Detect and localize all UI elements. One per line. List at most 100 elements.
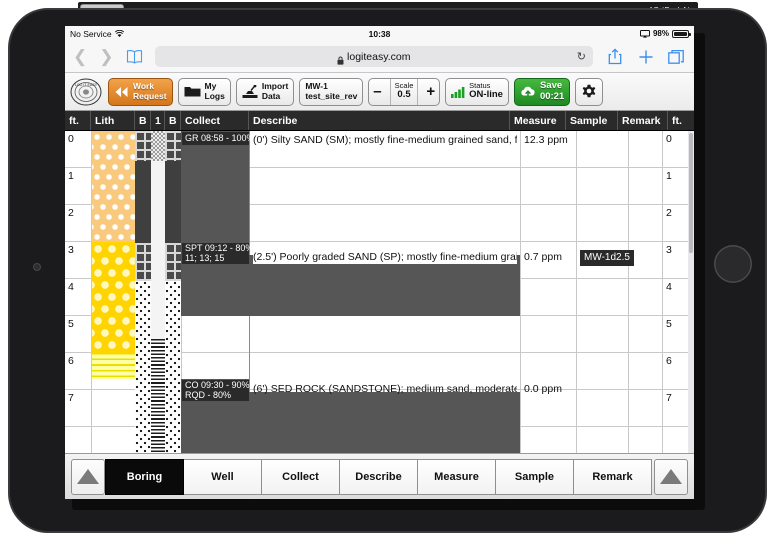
upload-cloud-icon: [520, 85, 536, 99]
triangle-up-icon: [660, 469, 682, 484]
column-header-ft-left: ft.: [65, 111, 91, 130]
svg-text:LOG IT EASY: LOG IT EASY: [75, 83, 98, 87]
collect-interval-fill[interactable]: [181, 131, 249, 242]
tab-measure[interactable]: Measure: [418, 459, 496, 495]
tab-well[interactable]: Well: [184, 459, 262, 495]
battery-percent-label: 98%: [653, 29, 669, 38]
work-request-label-line2: Request: [133, 92, 167, 102]
status-button[interactable]: Status ON-line: [445, 78, 509, 106]
reload-icon[interactable]: ↻: [577, 50, 586, 63]
depth-label-left: 5: [65, 318, 91, 331]
column-header-remark: Remark: [618, 111, 668, 130]
measure-text[interactable]: 12.3 ppm: [524, 134, 568, 147]
save-button[interactable]: Save 00:21: [514, 78, 570, 106]
project-selector-button[interactable]: MW-1 test_site_rev: [299, 78, 363, 106]
boring-column-right[interactable]: [165, 131, 181, 463]
well-column[interactable]: [151, 131, 165, 463]
plus-icon[interactable]: [636, 47, 655, 67]
settings-button[interactable]: [575, 78, 603, 106]
url-field[interactable]: logiteasy.com ↻: [155, 46, 594, 67]
screenshot-root: Record 4G iPad Air No Service 10:38 98%: [0, 0, 775, 541]
collect-label[interactable]: SPT 09:12 - 80% 11; 13; 15: [182, 243, 249, 264]
depth-label-right: 2: [663, 207, 689, 220]
lithology-segment-sed-rock: [91, 353, 135, 379]
column-header-describe: Describe: [249, 111, 510, 130]
tabs-icon[interactable]: [667, 47, 686, 67]
my-logs-button[interactable]: My Logs: [178, 78, 231, 106]
tab-collect[interactable]: Collect: [262, 459, 340, 495]
import-data-button[interactable]: Import Data: [236, 78, 294, 106]
collect-label[interactable]: CO 09:30 - 90% RQD - 80%: [182, 380, 249, 401]
tab-boring[interactable]: Boring: [105, 459, 184, 495]
collect-label[interactable]: GR 08:58 - 100%: [182, 132, 249, 145]
sample-chip[interactable]: MW-1d2.5: [580, 250, 634, 266]
well-blank-segment: [151, 281, 165, 339]
column-header-measure: Measure: [510, 111, 566, 130]
describe-interval-fill[interactable]: [249, 255, 520, 316]
scale-control: – Scale 0.5 +: [368, 78, 440, 106]
vertical-scrollbar[interactable]: [688, 131, 694, 463]
lock-icon: [337, 52, 344, 61]
casing-solid-segment: [135, 161, 151, 243]
casing-brick-segment: [165, 243, 181, 281]
scale-value-display: Scale 0.5: [390, 79, 419, 105]
app-logo: LOG IT EASY: [69, 77, 103, 107]
airplay-icon: [640, 30, 650, 38]
lithology-column[interactable]: [91, 131, 135, 463]
measure-text[interactable]: 0.0 ppm: [524, 383, 562, 396]
status-bar-time: 10:38: [65, 29, 694, 39]
column-header-ft-right: ft.: [668, 111, 694, 130]
save-label: Save: [540, 81, 564, 92]
gear-icon: [581, 84, 597, 100]
work-request-button[interactable]: Work Request: [108, 78, 173, 106]
tab-sample[interactable]: Sample: [496, 459, 574, 495]
casing-brick-segment: [165, 131, 181, 161]
column-header-collect: Collect: [181, 111, 249, 130]
scroll-up-button[interactable]: [71, 459, 105, 495]
forward-icon[interactable]: ❯: [99, 48, 113, 65]
tab-describe[interactable]: Describe: [340, 459, 418, 495]
status-bar-right: 98%: [640, 29, 689, 38]
share-icon[interactable]: [605, 47, 624, 67]
describe-text[interactable]: (6') SED ROCK (SANDSTONE); medium sand, …: [253, 383, 517, 396]
depth-label-right: 4: [663, 281, 689, 294]
casing-solid-segment: [165, 161, 181, 243]
table-body[interactable]: GR 08:58 - 100% (0') Silty SAND (SM); mo…: [65, 131, 694, 463]
tab-remark[interactable]: Remark: [574, 459, 652, 495]
depth-label-left: 1: [65, 170, 91, 183]
rewind-icon: [114, 86, 129, 98]
ios-status-bar: No Service 10:38 98%: [65, 26, 694, 41]
column-header-b-left: B: [135, 111, 151, 130]
browser-toolbar: ❮ ❯ logiteasy.com ↻: [65, 41, 694, 73]
column-header-1: 1: [151, 111, 165, 130]
project-site-label: test_site_rev: [305, 92, 357, 102]
well-blank-segment: [151, 161, 165, 281]
depth-label-left: 0: [65, 133, 91, 146]
column-header-b-right: B: [165, 111, 181, 130]
scale-increase-button[interactable]: +: [422, 79, 439, 105]
describe-text[interactable]: (2.5') Poorly graded SAND (SP); mostly f…: [253, 251, 517, 264]
depth-label-right: 6: [663, 355, 689, 368]
home-button[interactable]: [714, 245, 752, 283]
depth-label-right: 1: [663, 170, 689, 183]
depth-label-right: 7: [663, 392, 689, 405]
lithology-segment-silty-sand: [91, 131, 135, 242]
scroll-down-button[interactable]: [654, 459, 688, 495]
book-icon[interactable]: [126, 49, 143, 64]
depth-label-left: 7: [65, 392, 91, 405]
back-icon[interactable]: ❮: [73, 48, 87, 65]
folder-icon: [184, 85, 201, 98]
import-data-label-line2: Data: [262, 92, 288, 102]
scale-decrease-button[interactable]: –: [369, 79, 385, 105]
measure-text[interactable]: 0.7 ppm: [524, 251, 562, 264]
scrollbar-thumb[interactable]: [689, 133, 693, 253]
lithology-segment-poorly-graded-sand: [91, 242, 135, 353]
casing-brick-segment: [135, 131, 151, 161]
depth-label-left: 2: [65, 207, 91, 220]
depth-label-right: 5: [663, 318, 689, 331]
boring-column-left[interactable]: [135, 131, 151, 463]
describe-text[interactable]: (0') Silty SAND (SM); mostly fine-medium…: [253, 134, 517, 147]
well-screen-segment: [151, 339, 165, 463]
status-value: ON-line: [469, 90, 503, 101]
signal-bars-icon: [451, 86, 465, 98]
